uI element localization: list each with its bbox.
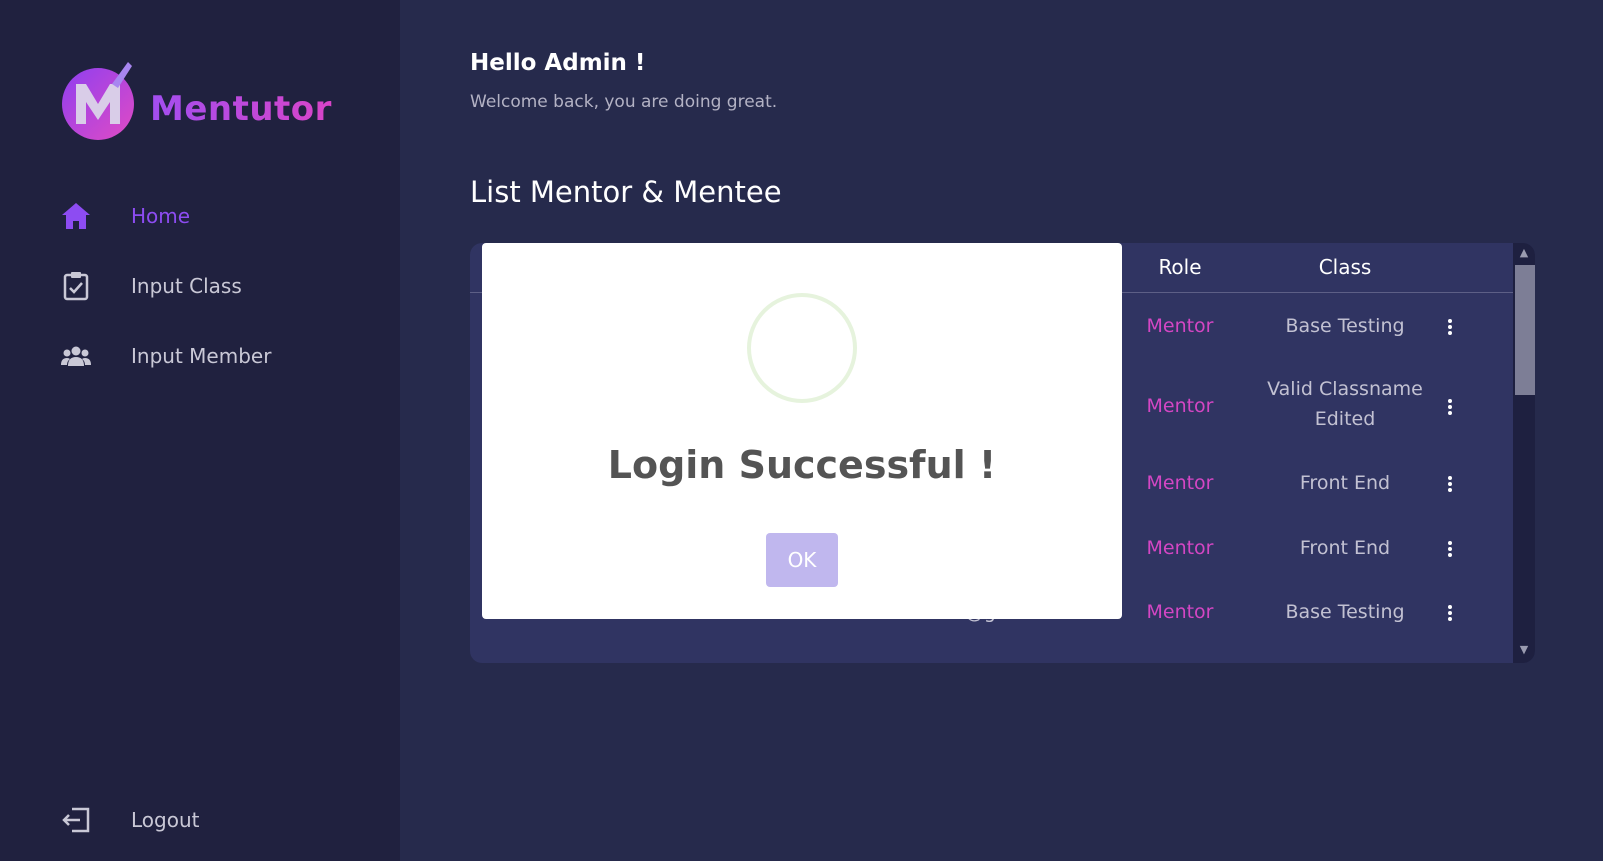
logo[interactable]: Mentutor — [62, 62, 332, 142]
dialog-title: Login Successful ! — [607, 443, 997, 487]
welcome-subtitle: Welcome back, you are doing great. — [470, 92, 778, 112]
brand-name: Mentutor — [150, 89, 332, 129]
more-options-icon[interactable] — [1447, 475, 1453, 495]
more-options-icon[interactable] — [1447, 318, 1453, 338]
class-cell-line: Valid Classname — [1267, 378, 1423, 400]
nav-item-input-class[interactable]: Input Class — [60, 266, 242, 306]
list-title: List Mentor & Mentee — [470, 175, 782, 209]
logo-icon — [62, 62, 138, 142]
more-options-icon[interactable] — [1447, 604, 1453, 624]
scroll-down-icon[interactable]: ▼ — [1517, 643, 1531, 657]
role-cell: Mentor — [1146, 601, 1214, 623]
logout-button[interactable]: Logout — [60, 800, 199, 840]
clipboard-check-icon — [60, 270, 92, 302]
greeting: Hello Admin ! — [470, 50, 646, 76]
ok-button[interactable]: OK — [766, 533, 838, 587]
class-cell-line: Edited — [1314, 408, 1376, 430]
logout-icon — [60, 804, 92, 836]
role-cell: Mentor — [1146, 472, 1214, 494]
role-cell: Mentor — [1146, 395, 1214, 417]
class-cell: Front End — [1299, 537, 1391, 559]
more-options-icon[interactable] — [1447, 398, 1453, 418]
nav-item-label: Input Class — [131, 274, 242, 298]
more-options-icon[interactable] — [1447, 540, 1453, 560]
role-cell: Mentor — [1146, 537, 1214, 559]
logout-label: Logout — [131, 808, 200, 832]
scrollbar[interactable]: ▲ ▼ — [1513, 243, 1535, 663]
nav-item-input-member[interactable]: Input Member — [60, 336, 271, 376]
login-success-dialog: Login Successful ! OK — [482, 243, 1122, 619]
role-cell: Mentor — [1146, 315, 1214, 337]
class-cell: Front End — [1299, 472, 1391, 494]
class-cell: Base Testing — [1285, 601, 1405, 623]
users-icon — [60, 340, 92, 372]
home-icon — [60, 200, 92, 232]
class-cell: Base Testing — [1285, 315, 1405, 337]
scroll-thumb[interactable] — [1515, 265, 1535, 395]
scroll-up-icon[interactable]: ▲ — [1517, 246, 1531, 260]
column-header-role: Role — [1158, 255, 1202, 279]
column-header-class: Class — [1318, 255, 1372, 279]
sidebar: Mentutor Home Input Class Input Member L… — [0, 0, 400, 861]
success-circle-icon — [747, 293, 857, 403]
nav-item-label: Input Member — [131, 344, 272, 368]
nav-item-label: Home — [131, 204, 191, 228]
nav-item-home[interactable]: Home — [60, 196, 190, 236]
